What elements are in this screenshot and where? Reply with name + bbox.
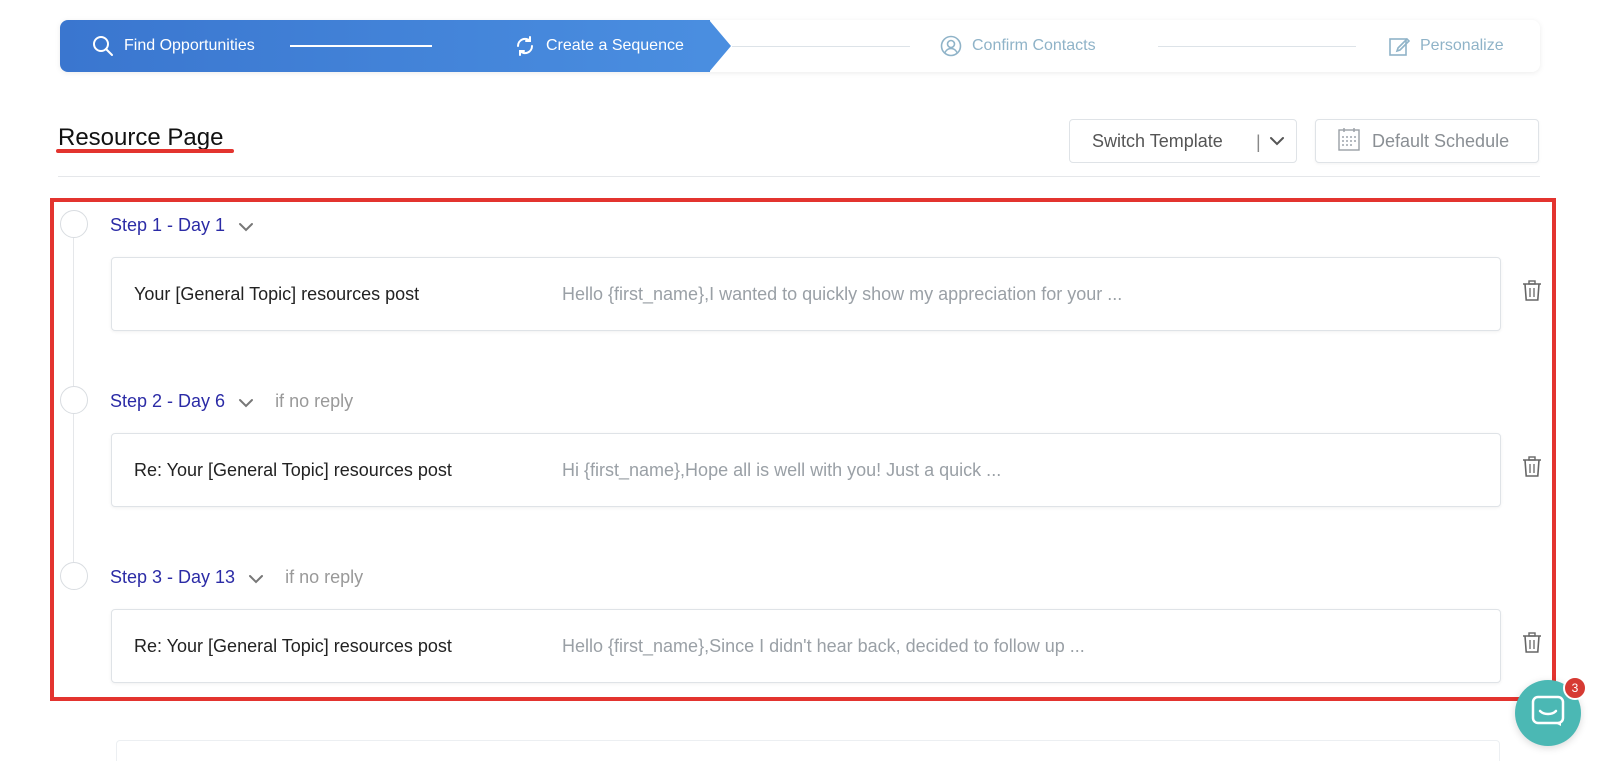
step-connector xyxy=(732,46,910,47)
stepper-arrow xyxy=(709,20,731,72)
step-confirm-contacts[interactable]: Confirm Contacts xyxy=(940,20,1096,72)
notification-badge: 3 xyxy=(1563,676,1587,700)
add-step-card[interactable] xyxy=(116,740,1500,761)
calendar-icon xyxy=(1338,127,1360,156)
progress-stepper: Find Opportunities Create a Sequence Con… xyxy=(60,20,1540,72)
step-personalize[interactable]: Personalize xyxy=(1388,20,1504,72)
annotation-highlight-box xyxy=(50,198,1556,701)
edit-icon xyxy=(1388,35,1410,57)
page-title: Resource Page xyxy=(58,124,224,151)
title-underline xyxy=(56,149,234,153)
default-schedule-button[interactable]: Default Schedule xyxy=(1315,119,1539,163)
step-label: Create a Sequence xyxy=(546,37,684,54)
chevron-down-icon xyxy=(1268,132,1286,155)
dropdown-separator: | xyxy=(1256,132,1261,152)
step-find-opportunities[interactable]: Find Opportunities xyxy=(92,20,255,72)
step-create-sequence[interactable]: Create a Sequence xyxy=(514,20,684,72)
chat-icon xyxy=(1531,695,1565,732)
step-label: Find Opportunities xyxy=(124,37,255,54)
switch-template-label: Switch Template xyxy=(1092,130,1223,151)
step-connector xyxy=(290,45,432,47)
refresh-icon xyxy=(514,35,536,57)
user-circle-icon xyxy=(940,35,962,57)
search-icon xyxy=(92,35,114,57)
step-label: Confirm Contacts xyxy=(972,37,1096,54)
step-connector xyxy=(1158,46,1356,47)
header-divider xyxy=(58,176,1540,177)
step-label: Personalize xyxy=(1420,37,1504,54)
default-schedule-label: Default Schedule xyxy=(1372,130,1510,151)
switch-template-dropdown[interactable]: Switch Template | xyxy=(1069,119,1297,163)
